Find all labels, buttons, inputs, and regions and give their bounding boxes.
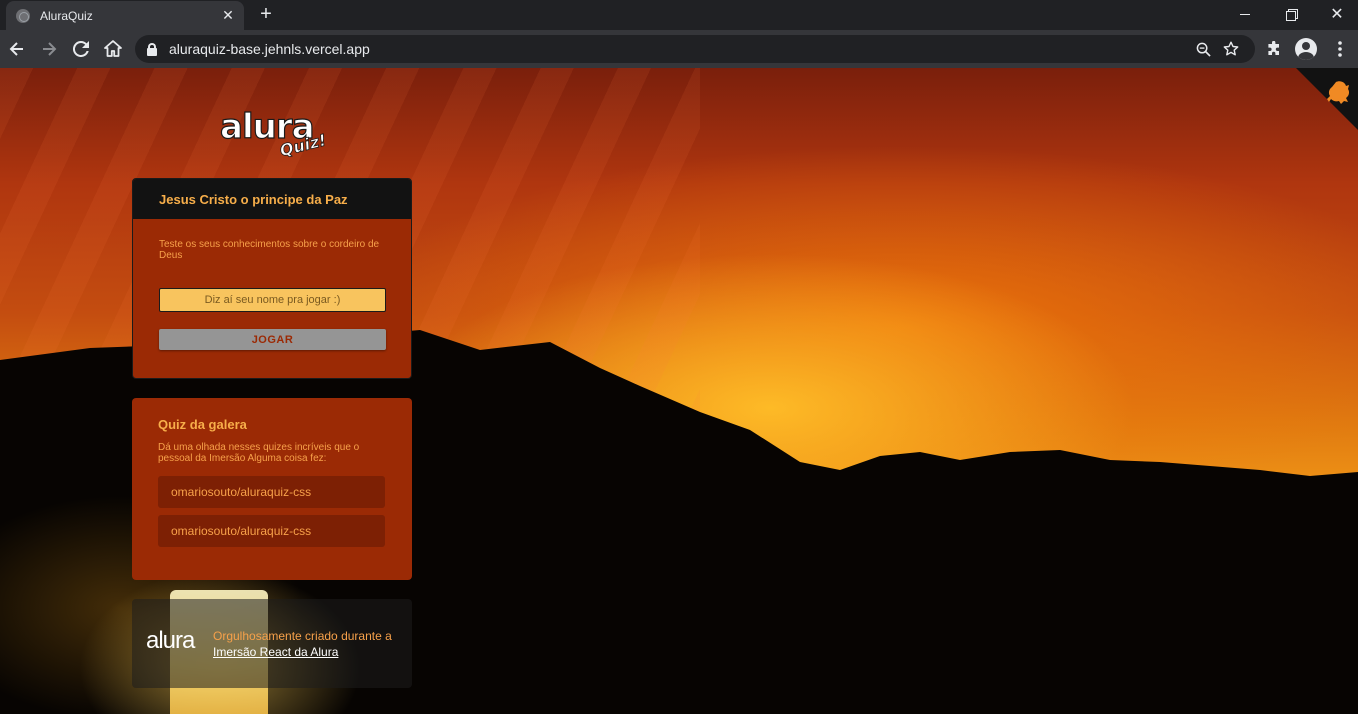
footer-text: Orgulhosamente criado durante a Imersão … <box>213 628 403 660</box>
alura-footer-logo[interactable]: alura <box>146 627 195 655</box>
home-button[interactable] <box>100 36 126 62</box>
browser-menu-button[interactable] <box>1326 36 1354 62</box>
reload-button[interactable] <box>68 36 94 62</box>
minimize-button[interactable] <box>1222 0 1268 28</box>
community-quizzes-title: Quiz da galera <box>158 417 247 432</box>
community-quizzes-description: Dá uma olhada nesses quizes incríveis qu… <box>158 442 360 464</box>
tab-title: AluraQuiz <box>40 8 93 23</box>
kebab-menu-icon <box>1338 41 1342 57</box>
new-tab-icon[interactable]: + <box>256 3 276 25</box>
browser-tabstrip: AluraQuiz ✕ + ✕ <box>0 0 1358 30</box>
browser-toolbar: aluraquiz-base.jehnls.vercel.app <box>0 30 1358 68</box>
quiz-card-header: Jesus Cristo o principe da Paz <box>133 179 411 219</box>
browser-tab[interactable]: AluraQuiz ✕ <box>6 1 244 30</box>
address-bar[interactable]: aluraquiz-base.jehnls.vercel.app <box>135 35 1255 63</box>
minimize-icon <box>1240 13 1250 15</box>
arrow-left-icon <box>9 42 23 56</box>
profile-button[interactable] <box>1292 36 1320 62</box>
puzzle-icon <box>1268 41 1279 55</box>
reload-icon <box>73 41 89 57</box>
name-input[interactable] <box>159 288 386 312</box>
quiz-description: Teste os seus conhecimentos sobre o cord… <box>159 239 380 261</box>
zoom-icon[interactable] <box>1189 35 1217 63</box>
quiz-title: Jesus Cristo o principe da Paz <box>159 191 348 207</box>
tab-close-icon[interactable]: ✕ <box>220 7 236 24</box>
restore-icon <box>1286 9 1298 21</box>
extensions-button[interactable] <box>1260 36 1288 62</box>
community-quiz-link[interactable]: omariosouto/aluraquiz-css <box>158 476 385 508</box>
url-text[interactable]: aluraquiz-base.jehnls.vercel.app <box>169 41 1189 57</box>
globe-icon <box>16 8 30 23</box>
alura-quiz-logo: alura Quiz! <box>219 106 328 158</box>
play-button[interactable]: JOGAR <box>159 329 386 350</box>
restore-button[interactable] <box>1268 0 1314 28</box>
page-footer: alura Orgulhosamente criado durante a Im… <box>132 599 412 688</box>
immersion-link[interactable]: Imersão React da Alura <box>213 645 338 659</box>
footer-caption: Orgulhosamente criado durante a <box>213 629 392 643</box>
community-quizzes-card: Quiz da galera Dá uma olhada nesses quiz… <box>132 398 412 580</box>
close-icon: ✕ <box>1330 6 1344 23</box>
lock-icon <box>147 42 157 56</box>
close-window-button[interactable]: ✕ <box>1314 0 1358 28</box>
back-button[interactable] <box>4 36 30 62</box>
page-viewport: alura Quiz! Jesus Cristo o principe da P… <box>0 68 1358 714</box>
github-corner-icon[interactable] <box>1296 68 1358 130</box>
avatar-icon <box>1295 38 1317 60</box>
quiz-card: Jesus Cristo o principe da Paz Teste os … <box>132 178 412 379</box>
home-icon <box>104 40 122 57</box>
community-quiz-link[interactable]: omariosouto/aluraquiz-css <box>158 515 385 547</box>
forward-button[interactable] <box>36 36 62 62</box>
arrow-right-icon <box>43 42 57 56</box>
star-icon[interactable] <box>1217 35 1245 63</box>
